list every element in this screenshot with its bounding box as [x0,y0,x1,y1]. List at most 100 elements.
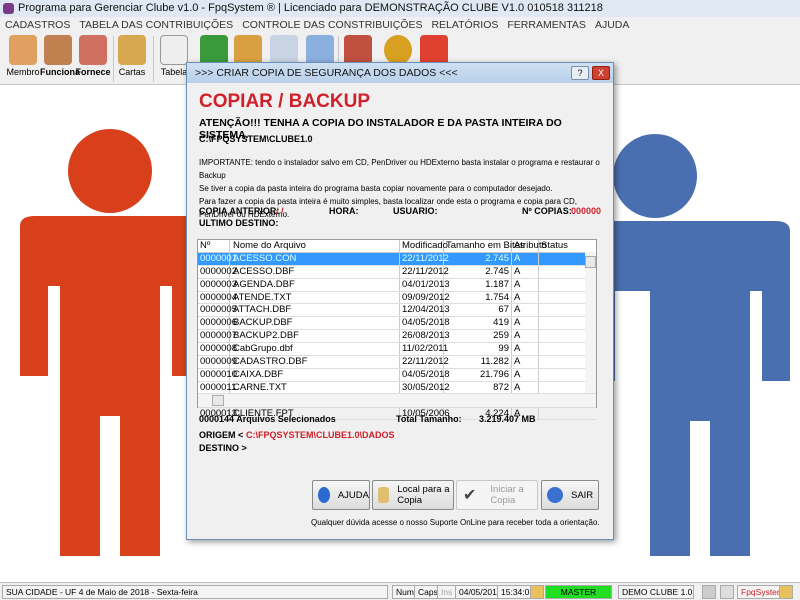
cell-attribute: A [512,278,539,291]
total-label: Total Tamanho: [396,414,462,424]
iniciar-copia-button[interactable]: ✔ Iniciar a Copia [456,480,538,510]
app-logo-icon [3,3,14,14]
cell-modified: 04/05/2018 [402,317,450,330]
scrollbar-thumb[interactable] [212,395,224,406]
toolbar-funciona-button[interactable]: Funciona [40,35,80,77]
cell-number: 0000010 [200,368,237,381]
column-header-number[interactable]: Nº [198,240,230,252]
cell-number: 0000003 [200,278,237,291]
column-header-status[interactable]: Status [539,240,586,252]
column-header-size[interactable]: Tamanho em Bites [444,240,525,252]
cell-size: 11.282 [444,356,512,368]
table-row[interactable]: 0000010 CAIXA.DBF 04/05/2018 21.796 A [198,368,596,382]
network-icon[interactable] [720,585,734,599]
menu-ajuda[interactable]: AJUDA [595,17,629,33]
table-row[interactable]: 0000006 BACKUP.DBF 04/05/2018 419 A [198,317,596,331]
backup-icon [306,35,334,65]
cell-filename: CAIXA.DBF [230,368,400,381]
table-row[interactable]: 0000008 CabGrupo.dbf 11/02/2011 99 A [198,343,596,357]
window-titlebar: Programa para Gerenciar Clube v1.0 - Fpq… [0,0,800,17]
table-row[interactable]: 0000004 ATENDE.TXT 09/09/2012 1.754 A [198,291,596,305]
cell-status [539,253,586,265]
vertical-scrollbar[interactable] [585,252,596,394]
ultimo-destino-label: ULTIMO DESTINO: [199,218,279,228]
cell-modified: 04/01/2013 [402,278,450,291]
usuario-label: USUARIO: [393,206,438,216]
cell-size: 21.796 [444,368,512,381]
cell-size: 1.754 [444,291,512,304]
menu-cadastros[interactable]: CADASTROS [5,17,70,33]
cell-attribute: A [512,317,539,330]
cell-filename: CabGrupo.dbf [230,343,400,356]
menu-ferramentas[interactable]: FERRAMENTAS [507,17,586,33]
table-document-icon [160,35,188,65]
toolbar-membro-button[interactable]: Membro [5,35,41,77]
cell-status [539,304,586,316]
toolbar-cartas-button[interactable]: Cartas [114,35,150,77]
toolbar-fornece-button[interactable]: Fornece [75,35,111,77]
cell-status [539,356,586,368]
exit-icon [420,35,448,65]
ajuda-button[interactable]: AJUDA [312,480,370,510]
dialog-titlebar: >>> CRIAR COPIA DE SEGURANÇA DOS DADOS <… [187,63,613,83]
cell-status [539,266,586,278]
hora-label: HORA: [329,206,359,216]
cell-attribute: A [512,368,539,381]
cell-attribute: A [512,304,539,317]
selected-count: 0000144 Arquivos Selecionados [199,414,336,424]
copia-anterior-value: / / [276,206,284,216]
toolbar-label: Funciona [40,67,80,77]
info-line: Se tiver a copia da pasta inteira do pro… [199,184,553,193]
cell-attribute: A [512,356,539,368]
table-row[interactable]: 0000007 BACKUP2.DBF 26/08/2013 259 A [198,330,596,344]
cell-status [539,408,586,420]
column-header-filename[interactable]: Nome do Arquivo [230,240,400,252]
exit-arrow-icon [547,487,563,503]
magnifier-icon [378,487,390,503]
file-list-table[interactable]: Nº Nome do Arquivo Modificado Tamanho em… [197,239,597,421]
cell-modified: 11/02/2011 [402,343,449,356]
table-row[interactable]: 0000005 ATTACH.DBF 12/04/2013 67 A [198,304,596,318]
help-button[interactable]: ? [571,66,589,80]
disk-icon[interactable] [702,585,716,599]
cell-status [539,317,586,329]
scrollbar-thumb[interactable] [585,256,596,268]
toolbar-label: Tabela [160,67,188,77]
toolbar-separator [153,36,154,82]
horizontal-scrollbar[interactable] [198,393,596,407]
cell-size: 1.187 [444,278,512,291]
brand-icon [779,585,793,599]
dialog-heading: COPIAR / BACKUP [199,91,371,112]
footer-text: Qualquer dúvida acesse o nosso Suporte O… [311,518,600,527]
table-row[interactable]: 0000003 AGENDA.DBF 04/01/2013 1.187 A [198,278,596,292]
menu-controle-contribuicoes[interactable]: CONTROLE DAS CONSTRIBUIÇÕES [242,17,422,33]
table-row[interactable]: 0000009 CADASTRO.DBF 22/11/2012 11.282 A [198,356,596,369]
money-icon [200,35,228,65]
sair-button[interactable]: SAIR [541,480,599,510]
column-header-attribute[interactable]: Atributo [512,240,547,252]
button-label: Iniciar a Copia [490,484,524,506]
system-path: C:\FPQSYSTEM\CLUBE1.0 [199,134,313,144]
status-user: MASTER [545,585,612,599]
copia-anterior-label: COPIA ANTERIOR: [199,206,280,216]
cell-filename: ATTACH.DBF [230,304,400,317]
cell-size: 2.745 [444,265,512,278]
local-copia-button[interactable]: Local para a Copia [372,480,454,510]
cell-status [539,382,586,394]
close-button[interactable]: X [592,66,610,80]
cell-status [539,279,586,291]
cell-number: 0000005 [200,304,237,317]
column-header-modified[interactable]: Modificado [400,240,448,252]
menu-relatorios[interactable]: RELATÓRIOS [431,17,498,33]
menu-tabela-contribuicoes[interactable]: TABELA DAS CONTRIBUIÇÕES [79,17,233,33]
status-ins: Ins [437,585,457,599]
cell-status [539,343,586,355]
cell-attribute: A [512,381,539,394]
n-copias-value: 000000 [571,206,602,216]
table-row[interactable]: 0000002 ACESSO.DBF 22/11/2012 2.745 A [198,265,596,279]
status-club: DEMO CLUBE 1.0 [618,585,694,599]
toolbar-label: Fornece [75,67,111,77]
cell-modified: 12/04/2013 [402,304,450,317]
statusbar: SUA CIDADE - UF 4 de Maio de 2018 - Sext… [0,582,800,600]
table-row[interactable]: 0000001 ACESSO.CON 22/11/2012 2.745 A [198,252,596,266]
